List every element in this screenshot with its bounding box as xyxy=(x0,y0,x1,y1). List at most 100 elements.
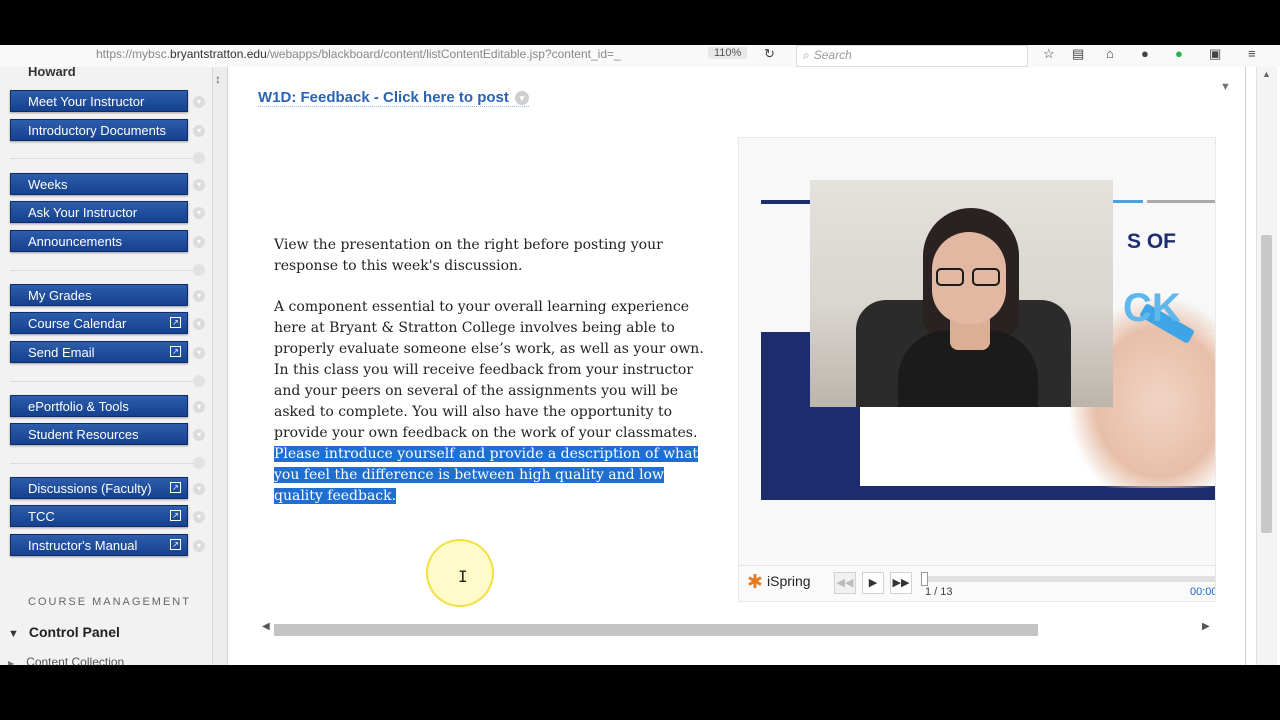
course-management-heading: COURSE MANAGEMENT xyxy=(28,596,191,608)
chevron-down-icon[interactable]: ▾ xyxy=(193,179,205,191)
course-name: Howard xyxy=(28,67,76,79)
slide-title-fragment: S OF xyxy=(1127,230,1177,253)
nav-label: Weeks xyxy=(28,177,68,192)
nav-weeks[interactable]: Weeks xyxy=(10,173,188,195)
reading-list-icon[interactable]: ▤ xyxy=(1072,46,1084,62)
menu-resize-handle[interactable]: ↕ xyxy=(213,67,228,665)
nav-send-email[interactable]: Send Email ↗ xyxy=(10,341,188,363)
zoom-indicator[interactable]: 110% xyxy=(708,47,748,59)
nav-label: Introductory Documents xyxy=(28,123,167,138)
chevron-down-icon[interactable]: ▾ xyxy=(193,96,205,108)
external-link-icon: ↗ xyxy=(170,482,181,493)
menu-icon[interactable]: ≡ xyxy=(1248,46,1256,61)
scroll-left-icon[interactable]: ◀ xyxy=(262,621,270,632)
horizontal-scrollbar[interactable]: ◀ ▶ xyxy=(260,621,1220,636)
chevron-down-icon[interactable]: ▾ xyxy=(193,540,205,552)
search-input[interactable]: ⌕ Search xyxy=(796,45,1028,67)
address-bar[interactable]: https://mybsc.bryantstratton.edu/webapps… xyxy=(96,47,621,61)
chevron-down-icon[interactable]: ▾ xyxy=(193,236,205,248)
text-cursor-icon: I xyxy=(458,567,468,586)
page: Howard Meet Your Instructor ▾ Introducto… xyxy=(0,67,1280,665)
player-controls: ✱ iSpring ◀◀ ▶ ▶▶ 1 / 13 00:00 xyxy=(739,565,1216,601)
chevron-down-icon[interactable]: ▾ xyxy=(514,91,529,105)
chevron-down-icon[interactable]: ▾ xyxy=(193,429,205,441)
nav-label: Meet Your Instructor xyxy=(28,94,145,109)
chevron-down-icon[interactable]: ▾ xyxy=(193,483,205,495)
nav-introductory-documents[interactable]: Introductory Documents xyxy=(10,119,188,141)
content-area: W1D: Feedback - Click here to post ▾ ▼ Vi… xyxy=(228,67,1246,665)
play-icon: ▶ xyxy=(868,577,878,589)
discussion-link[interactable]: W1D: Feedback - Click here to post ▾ xyxy=(258,89,529,107)
search-placeholder: Search xyxy=(813,48,852,62)
nav-announcements[interactable]: Announcements xyxy=(10,230,188,252)
slide-accent-line xyxy=(1147,200,1215,203)
slide-accent-line xyxy=(761,200,811,204)
course-menu: Howard Meet Your Instructor ▾ Introducto… xyxy=(0,67,213,665)
play-button[interactable]: ▶ xyxy=(862,572,884,594)
nav-meet-your-instructor[interactable]: Meet Your Instructor xyxy=(10,90,188,112)
nav-label: Send Email xyxy=(28,345,95,360)
external-link-icon: ↗ xyxy=(170,317,181,328)
description-text: A component essential to your overall le… xyxy=(274,299,704,441)
slide-accent-line xyxy=(1113,200,1143,203)
external-link-icon: ↗ xyxy=(170,346,181,357)
reload-icon[interactable]: ↻ xyxy=(764,46,775,62)
nav-label: Student Resources xyxy=(28,427,139,442)
nav-label: Course Calendar xyxy=(28,316,127,331)
home-icon[interactable]: ⌂ xyxy=(1106,46,1114,61)
menu-divider xyxy=(10,270,203,271)
extension-green-icon[interactable]: ● xyxy=(1175,46,1183,61)
bookmark-star-icon[interactable]: ☆ xyxy=(1043,46,1055,62)
previous-slide-button[interactable]: ◀◀ xyxy=(834,572,856,594)
url-path: /webapps/blackboard/content/listContentE… xyxy=(266,47,621,61)
menu-divider xyxy=(10,381,203,382)
slide-word-fragment: CK xyxy=(1123,286,1181,330)
scroll-right-icon[interactable]: ▶ xyxy=(1202,621,1210,632)
nav-course-calendar[interactable]: Course Calendar ↗ xyxy=(10,312,188,334)
pocket-icon[interactable]: ▣ xyxy=(1209,46,1221,62)
nav-ask-your-instructor[interactable]: Ask Your Instructor xyxy=(10,201,188,223)
elapsed-time: 00:00 xyxy=(1190,586,1216,598)
external-link-icon: ↗ xyxy=(170,510,181,521)
chevron-down-icon[interactable]: ▾ xyxy=(193,401,205,413)
chevron-down-icon[interactable]: ▾ xyxy=(193,290,205,302)
progress-handle[interactable] xyxy=(921,572,928,586)
nav-student-resources[interactable]: Student Resources xyxy=(10,423,188,445)
glasses-shape xyxy=(936,268,1002,286)
chevron-down-icon[interactable]: ▾ xyxy=(193,318,205,330)
nav-discussions-faculty[interactable]: Discussions (Faculty) ↗ xyxy=(10,477,188,499)
chevron-down-icon[interactable]: ▾ xyxy=(193,511,205,523)
chevron-down-icon[interactable]: ▾ xyxy=(193,125,205,137)
divider-handle-icon xyxy=(193,375,205,387)
nav-label: Announcements xyxy=(28,234,122,249)
content-collection-link[interactable]: ▶ Content Collection xyxy=(8,655,124,665)
chevron-down-icon[interactable]: ▾ xyxy=(193,347,205,359)
vertical-scrollbar[interactable]: ▲ xyxy=(1256,67,1277,665)
nav-instructors-manual[interactable]: Instructor's Manual ↗ xyxy=(10,534,188,556)
ispring-star-icon: ✱ xyxy=(747,572,763,593)
nav-tcc[interactable]: TCC ↗ xyxy=(10,505,188,527)
scroll-up-icon[interactable]: ▲ xyxy=(1262,69,1271,79)
scrollbar-thumb[interactable] xyxy=(274,624,1038,636)
ispring-player[interactable]: S OF CK ✱ iSpring ◀◀ ▶ ▶▶ 1 / 13 00:00 xyxy=(738,137,1216,602)
divider-handle-icon xyxy=(193,457,205,469)
external-link-icon: ↗ xyxy=(170,539,181,550)
next-slide-button[interactable]: ▶▶ xyxy=(890,572,912,594)
nav-my-grades[interactable]: My Grades xyxy=(10,284,188,306)
nav-label: My Grades xyxy=(28,288,92,303)
extension-icon[interactable]: ● xyxy=(1141,46,1149,61)
nav-eportfolio-tools[interactable]: ePortfolio & Tools xyxy=(10,395,188,417)
rewind-icon: ◀◀ xyxy=(836,577,854,589)
url-domain: bryantstratton.edu xyxy=(170,47,267,61)
collapse-arrow-icon[interactable]: ▼ xyxy=(1220,81,1231,93)
chevron-down-icon[interactable]: ▾ xyxy=(193,207,205,219)
browser-toolbar: https://mybsc.bryantstratton.edu/webapps… xyxy=(0,45,1280,68)
description-paragraph: A component essential to your overall le… xyxy=(274,297,714,507)
resize-icon: ↕ xyxy=(215,72,221,86)
scrollbar-thumb[interactable] xyxy=(1261,235,1272,533)
control-panel-toggle[interactable]: ▼ Control Panel xyxy=(8,624,120,640)
menu-divider xyxy=(10,463,203,464)
ispring-logo: ✱ iSpring xyxy=(747,571,811,594)
divider-handle-icon xyxy=(193,152,205,164)
playback-progress-bar[interactable] xyxy=(924,576,1215,582)
